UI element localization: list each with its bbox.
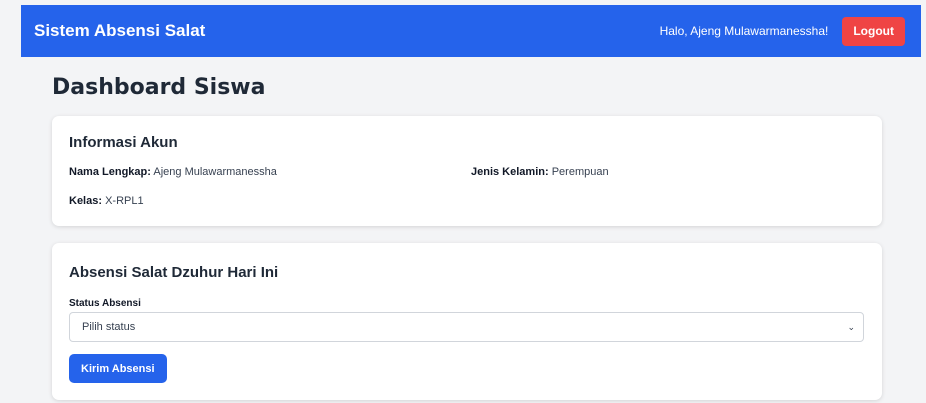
brand-title[interactable]: Sistem Absensi Salat <box>34 21 205 41</box>
status-select-value: Pilih status <box>82 321 136 333</box>
attendance-card: Absensi Salat Dzuhur Hari Ini Status Abs… <box>52 243 882 400</box>
navbar-user-area: Halo, Ajeng Mulawarmanessha! Logout <box>659 16 905 46</box>
account-info-card: Informasi Akun Nama Lengkap: Ajeng Mulaw… <box>52 116 882 226</box>
full-name-value: Ajeng Mulawarmanessha <box>153 166 277 178</box>
class-value: X-RPL1 <box>105 195 144 207</box>
gender-label: Jenis Kelamin: <box>471 166 549 178</box>
gender-value: Perempuan <box>551 166 609 178</box>
submit-attendance-button[interactable]: Kirim Absensi <box>69 354 167 383</box>
full-name-label: Nama Lengkap: <box>69 166 151 178</box>
page-title: Dashboard Siswa <box>52 75 266 100</box>
account-info-title: Informasi Akun <box>69 134 178 151</box>
attendance-title: Absensi Salat Dzuhur Hari Ini <box>69 264 279 281</box>
gender-row: Jenis Kelamin: Perempuan <box>471 166 609 178</box>
chevron-down-icon: ⌄ <box>847 321 855 332</box>
top-navbar: Sistem Absensi Salat Halo, Ajeng Mulawar… <box>21 5 921 57</box>
class-row: Kelas: X-RPL1 <box>69 195 144 207</box>
page-scrollbar[interactable] <box>922 0 926 403</box>
user-greeting: Halo, Ajeng Mulawarmanessha! <box>659 24 829 38</box>
full-name-row: Nama Lengkap: Ajeng Mulawarmanessha <box>69 166 277 178</box>
status-label: Status Absensi <box>69 298 141 309</box>
logout-button[interactable]: Logout <box>842 16 905 46</box>
class-label: Kelas: <box>69 195 103 207</box>
status-select[interactable]: Pilih status ⌄ <box>69 312 864 342</box>
